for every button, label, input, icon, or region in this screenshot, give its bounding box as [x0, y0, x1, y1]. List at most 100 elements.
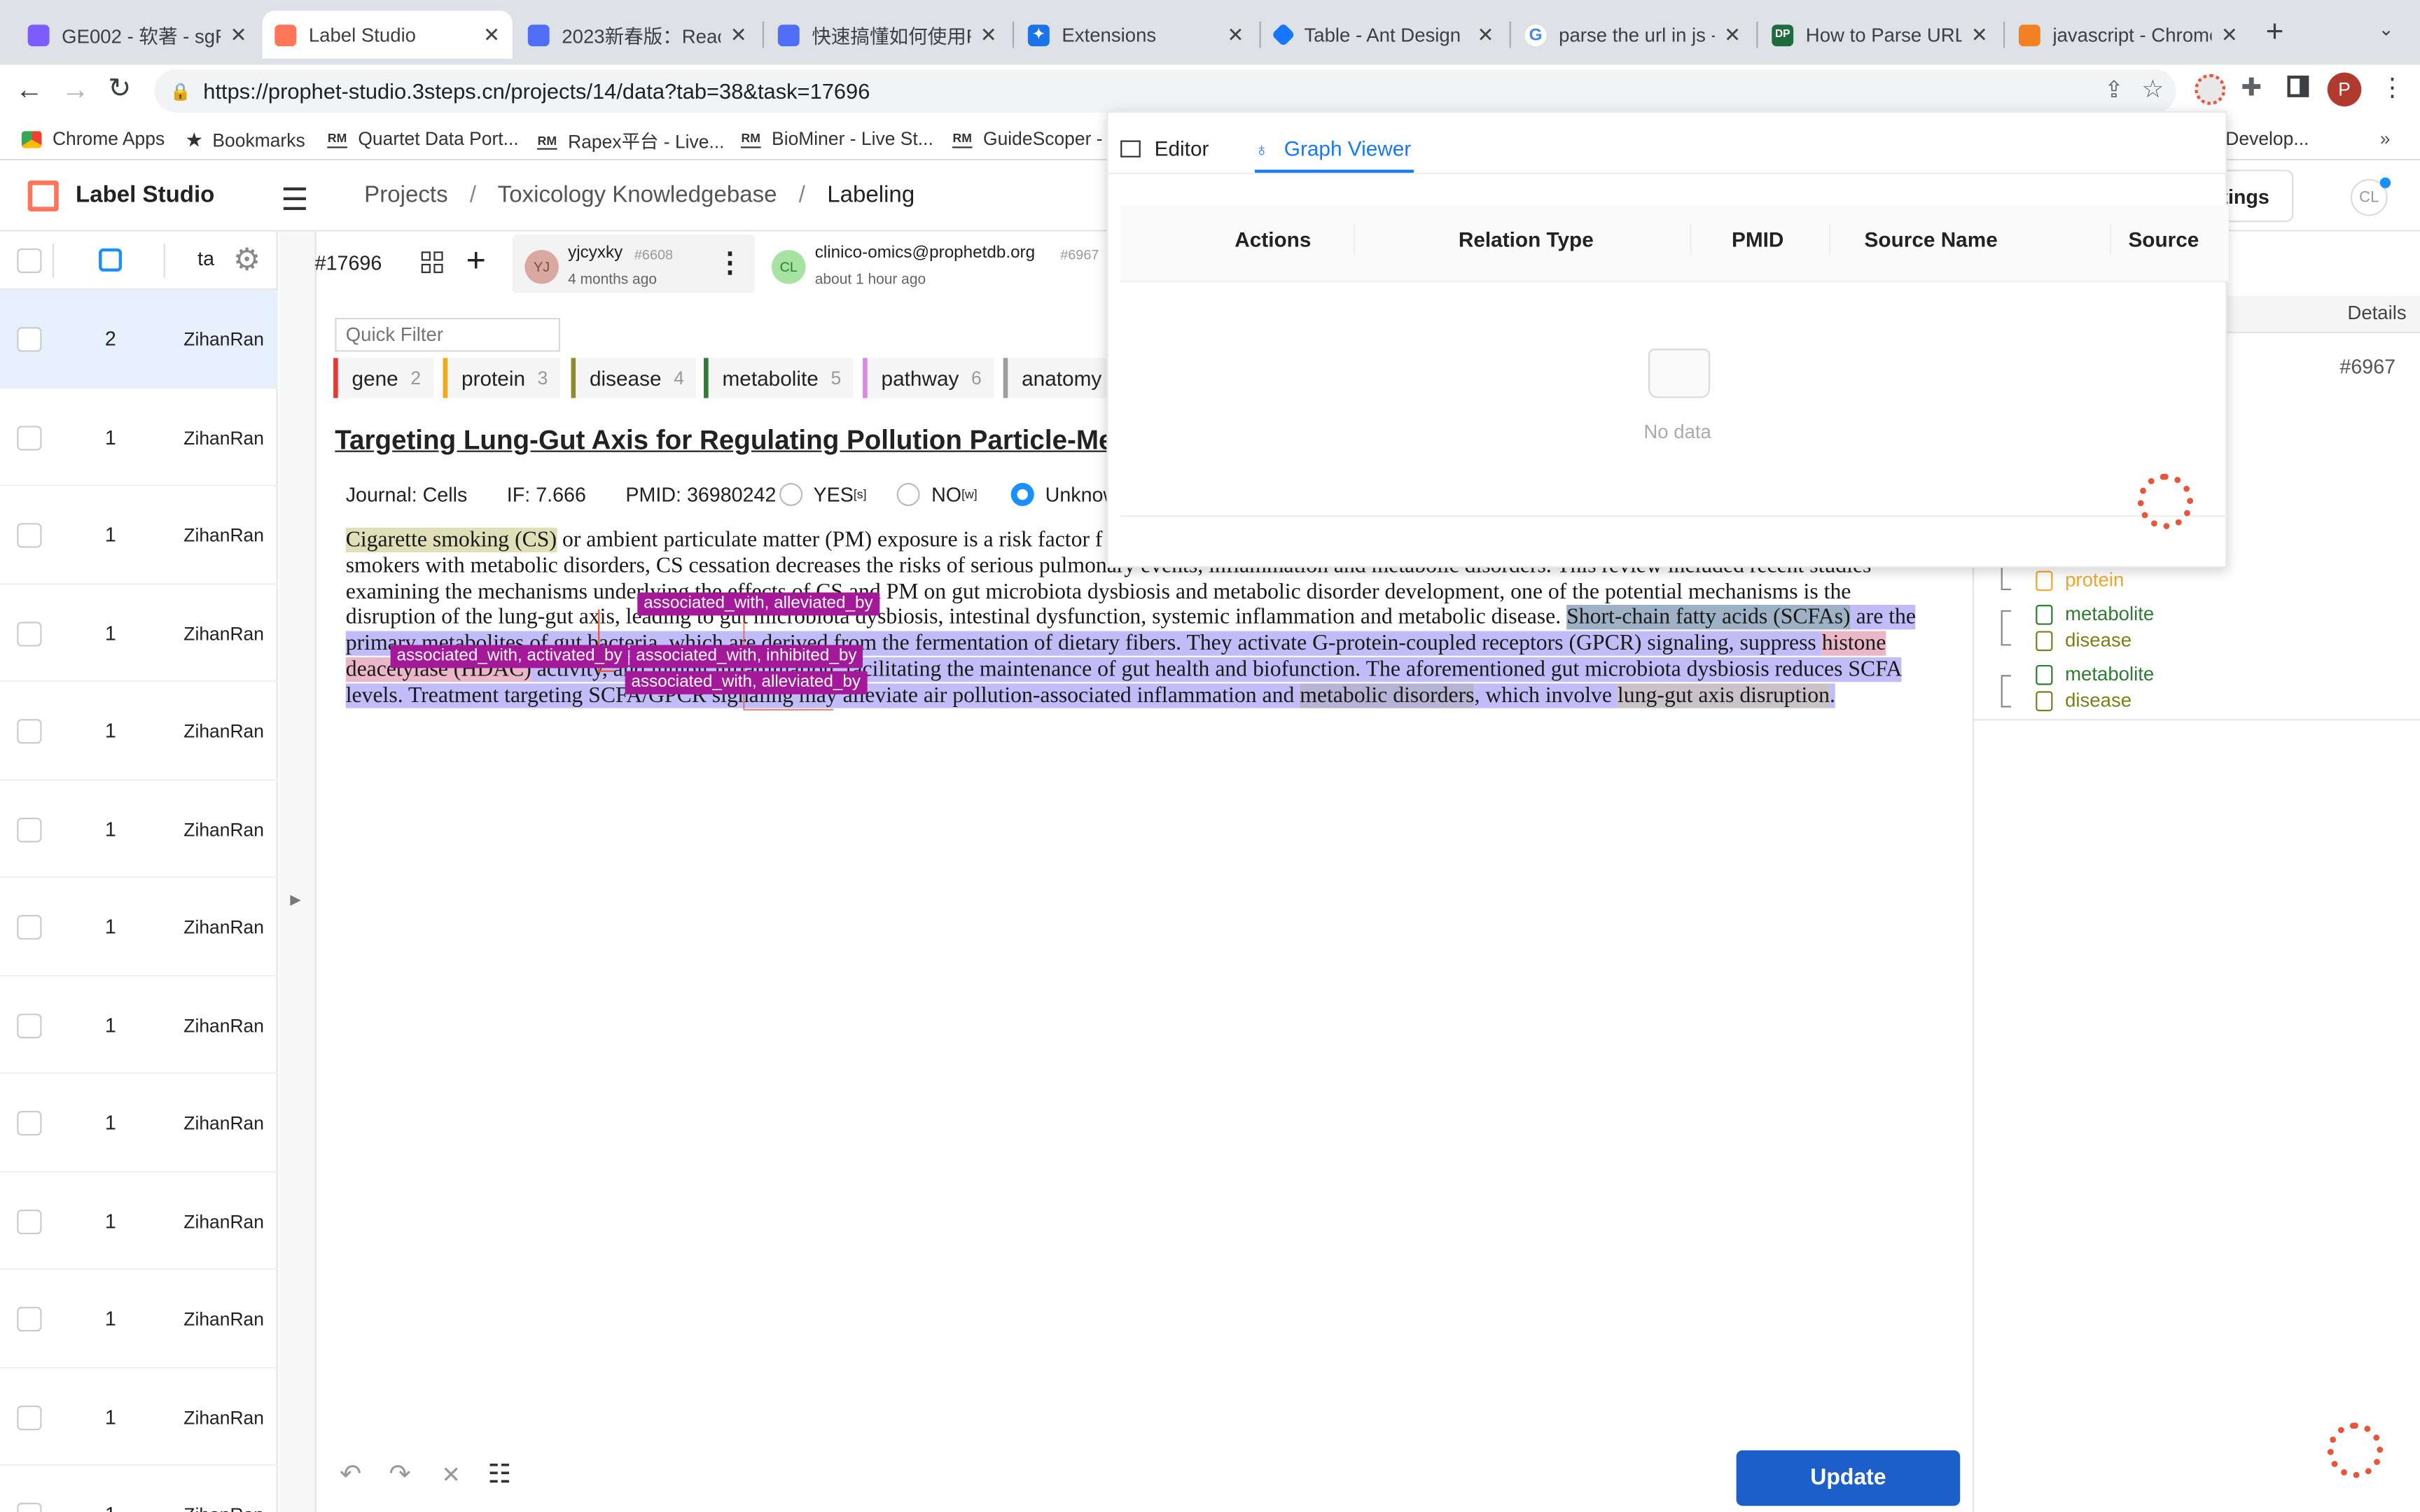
reload-icon[interactable]: ↻: [108, 73, 131, 105]
breadcrumb-project[interactable]: Toxicology Knowledgebase: [498, 182, 777, 208]
label-chip-anatomy[interactable]: anatomy: [1003, 358, 1114, 398]
more-bookmarks-icon[interactable]: »: [2380, 128, 2391, 150]
task-row[interactable]: 1 ZihanRan: [0, 388, 278, 486]
browser-tab[interactable]: ✦ Extensions ✕: [1015, 10, 1256, 58]
app-name[interactable]: Label Studio: [76, 182, 214, 208]
update-button[interactable]: Update: [1736, 1450, 1961, 1506]
bookmark-rapex[interactable]: RM Rapex平台 - Live...: [537, 128, 725, 154]
entity-span[interactable]: lung-gut axis disruption: [1617, 683, 1830, 708]
new-tab-plus-icon[interactable]: +: [2266, 15, 2284, 51]
close-tab-icon[interactable]: ✕: [730, 22, 747, 47]
relation-label[interactable]: associated_with, alleviated_by: [625, 671, 867, 694]
tree-node-disease[interactable]: disease: [2036, 690, 2132, 712]
entity-span[interactable]: , which involve: [1474, 683, 1618, 708]
task-row[interactable]: 1 ZihanRan: [0, 976, 278, 1074]
browser-tab[interactable]: 快速搞懂如何使用Re✕: [765, 10, 1009, 58]
choice-no-radio[interactable]: [897, 482, 921, 506]
tree-node-metabolite[interactable]: metabolite: [2036, 603, 2154, 626]
browser-tab[interactable]: javascript - Chrome ✕: [2006, 10, 2250, 58]
select-all-checkbox[interactable]: [17, 248, 42, 274]
relation-label[interactable]: associated_with, activated_by: [390, 645, 629, 668]
task-row[interactable]: 1 ZihanRan: [0, 878, 278, 976]
expand-arrow-icon[interactable]: ▶: [290, 892, 300, 909]
label-chip-disease[interactable]: disease 4: [571, 358, 697, 398]
task-row[interactable]: 2 ZihanRan: [0, 290, 278, 388]
label-chip-pathway[interactable]: pathway 6: [863, 358, 994, 398]
column-relation-type[interactable]: Relation Type: [1459, 228, 1594, 251]
row-checkbox[interactable]: [17, 1404, 42, 1430]
column-actions[interactable]: Actions: [1235, 228, 1311, 251]
row-checkbox[interactable]: [17, 719, 42, 744]
relation-label[interactable]: associated_with, inhibited_by: [630, 645, 863, 668]
choice-unknown-radio[interactable]: [1011, 482, 1035, 506]
task-row[interactable]: 1 ZihanRan: [0, 1270, 278, 1368]
tree-node-protein[interactable]: protein: [2036, 569, 2124, 592]
task-row[interactable]: 1 ZihanRan: [0, 1466, 278, 1512]
bookmark-star-icon[interactable]: ☆: [2142, 74, 2164, 105]
choice-yes-radio[interactable]: [779, 482, 803, 506]
tree-node-disease[interactable]: disease: [2036, 629, 2132, 652]
share-icon[interactable]: ⇪: [2104, 76, 2124, 103]
bookmark-chrome-apps[interactable]: Chrome Apps: [21, 128, 165, 150]
details-header[interactable]: Details: [2347, 302, 2406, 324]
hamburger-menu-icon[interactable]: ☰: [281, 181, 309, 219]
task-row[interactable]: 1 ZihanRan: [0, 486, 278, 584]
row-checkbox[interactable]: [17, 1306, 42, 1332]
column-settings-gear-icon[interactable]: ⚙: [233, 241, 261, 279]
extensions-puzzle-icon[interactable]: ✚: [2241, 73, 2262, 104]
task-row[interactable]: 1 ZihanRan: [0, 1172, 278, 1270]
annotations-grid-icon[interactable]: [421, 251, 443, 274]
task-row[interactable]: 1 ZihanRan: [0, 682, 278, 780]
tab-search-chevron-icon[interactable]: ⌄: [2379, 18, 2394, 40]
column-source[interactable]: Source: [2128, 228, 2199, 251]
task-row[interactable]: 1 ZihanRan: [0, 1074, 278, 1172]
bookmark-guidescoper[interactable]: RM GuideScoper - L: [952, 128, 1118, 150]
entity-span[interactable]: Cigarette smoking (CS): [345, 527, 557, 553]
redo-icon[interactable]: ↷: [389, 1460, 410, 1490]
column-pmid[interactable]: PMID: [1732, 228, 1783, 251]
bookmark-develop[interactable]: Develop...: [2225, 128, 2309, 150]
browser-tab[interactable]: GE002 - 软著 - sgRN✕: [15, 10, 259, 58]
browser-menu-icon[interactable]: ⋮: [2380, 73, 2405, 104]
label-chip-metabolite[interactable]: metabolite 5: [704, 358, 854, 398]
close-tab-icon[interactable]: ✕: [230, 22, 247, 47]
label-chip-protein[interactable]: protein 3: [443, 358, 561, 398]
browser-tab[interactable]: DP How to Parse URL in✕: [1760, 10, 2001, 58]
add-annotation-plus-icon[interactable]: +: [466, 241, 486, 281]
reset-x-icon[interactable]: ✕: [441, 1461, 461, 1488]
entity-span[interactable]: metabolic disorders: [1300, 683, 1475, 708]
close-tab-icon[interactable]: ✕: [1971, 22, 1988, 47]
annotations-col-icon[interactable]: [99, 248, 123, 272]
tree-node-metabolite[interactable]: metabolite: [2036, 664, 2154, 686]
close-tab-icon[interactable]: ✕: [1724, 22, 1741, 47]
extension-label-studio-icon[interactable]: [2195, 74, 2226, 105]
row-checkbox[interactable]: [17, 621, 42, 646]
breadcrumb-projects[interactable]: Projects: [364, 182, 447, 208]
row-checkbox[interactable]: [17, 1110, 42, 1136]
bookmark-bookmarks[interactable]: ★ Bookmarks: [185, 128, 305, 153]
address-bar[interactable]: 🔒 https://prophet-studio.3steps.cn/proje…: [154, 69, 2176, 113]
settings-sliders-icon[interactable]: ☷: [487, 1460, 511, 1490]
row-checkbox[interactable]: [17, 425, 42, 450]
bookmark-quartet[interactable]: RM Quartet Data Port...: [327, 128, 519, 150]
side-panel-icon[interactable]: [2287, 76, 2309, 97]
forward-arrow-icon[interactable]: →: [62, 74, 90, 106]
close-tab-icon[interactable]: ✕: [1477, 22, 1494, 47]
profile-avatar[interactable]: P: [2327, 72, 2362, 107]
tag-column-header[interactable]: ta: [197, 247, 214, 270]
tab-graph-viewer[interactable]: ♁ Graph Viewer: [1255, 137, 1411, 160]
row-checkbox[interactable]: [17, 523, 42, 548]
row-checkbox[interactable]: [17, 1208, 42, 1234]
row-checkbox[interactable]: [17, 915, 42, 940]
more-options-icon[interactable]: ⋮: [716, 247, 744, 279]
entity-span[interactable]: .: [1830, 683, 1835, 708]
browser-tab-active[interactable]: Label Studio ✕: [262, 10, 513, 59]
task-row[interactable]: 1 ZihanRan: [0, 780, 278, 878]
task-row[interactable]: 1 ZihanRan: [0, 1368, 278, 1466]
undo-icon[interactable]: ↶: [340, 1460, 361, 1490]
relation-label[interactable]: associated_with, alleviated_by: [637, 592, 879, 616]
close-tab-icon[interactable]: ✕: [2221, 22, 2238, 47]
row-checkbox[interactable]: [17, 327, 42, 352]
entity-span[interactable]: Short-chain fatty acids (SCFAs): [1566, 605, 1851, 631]
back-arrow-icon[interactable]: ←: [15, 74, 43, 106]
